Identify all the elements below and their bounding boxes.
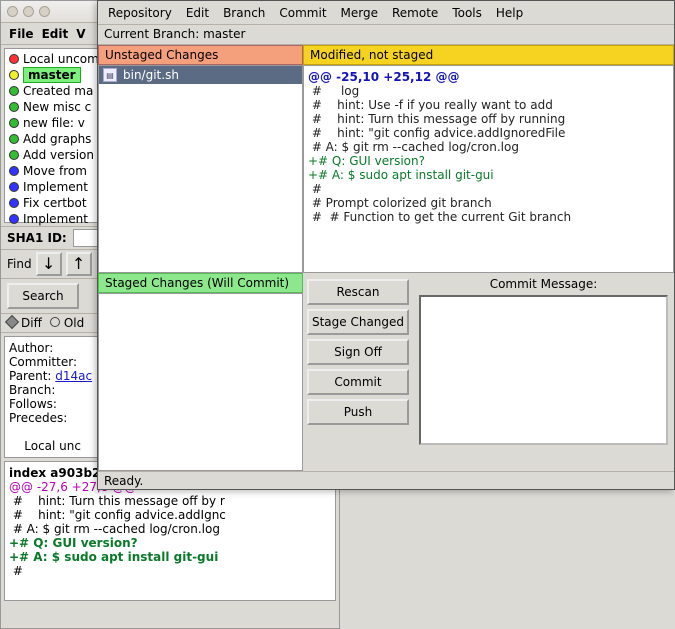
commit-node-icon bbox=[9, 70, 19, 80]
find-label: Find bbox=[7, 257, 32, 271]
commit-node-icon bbox=[9, 166, 19, 176]
staged-file-list[interactable] bbox=[98, 293, 303, 471]
commit-node-icon bbox=[9, 118, 19, 128]
old-radio[interactable]: Old bbox=[50, 316, 84, 330]
staged-header: Staged Changes (Will Commit) bbox=[98, 273, 303, 293]
commit-node-icon bbox=[9, 198, 19, 208]
menu-repository[interactable]: Repository bbox=[108, 6, 172, 20]
unstaged-header: Unstaged Changes bbox=[98, 45, 303, 65]
commit-node-icon bbox=[9, 134, 19, 144]
commit-node-icon bbox=[9, 182, 19, 192]
file-name: bin/git.sh bbox=[123, 68, 179, 82]
window-min-icon[interactable] bbox=[23, 6, 34, 17]
commit-message-label: Commit Message: bbox=[419, 277, 668, 291]
current-branch-label: Current Branch: master bbox=[98, 25, 674, 45]
find-next-button[interactable]: ↓ bbox=[36, 252, 62, 276]
parent-link[interactable]: d14ac bbox=[55, 369, 92, 383]
menu-edit[interactable]: Edit bbox=[186, 6, 209, 20]
left-column: Unstaged Changes ▤ bin/git.sh bbox=[98, 45, 303, 273]
unstaged-file-list[interactable]: ▤ bin/git.sh bbox=[98, 65, 303, 273]
commit-node-icon bbox=[9, 102, 19, 112]
action-buttons: Rescan Stage Changed Sign Off Commit Pus… bbox=[303, 273, 413, 451]
push-button[interactable]: Push bbox=[307, 399, 409, 425]
menu-commit[interactable]: Commit bbox=[279, 6, 326, 20]
git-gui-menubar: Repository Edit Branch Commit Merge Remo… bbox=[98, 1, 674, 25]
branch-tag: master bbox=[23, 67, 81, 83]
sign-off-button[interactable]: Sign Off bbox=[307, 339, 409, 365]
find-prev-button[interactable]: ↑ bbox=[66, 252, 92, 276]
menu-file[interactable]: File bbox=[9, 27, 34, 41]
menu-edit[interactable]: Edit bbox=[42, 27, 69, 41]
menu-tools[interactable]: Tools bbox=[452, 6, 482, 20]
commit-message-input[interactable] bbox=[419, 295, 668, 445]
commit-node-icon bbox=[9, 214, 19, 224]
window-max-icon[interactable] bbox=[39, 6, 50, 17]
git-gui-window: Repository Edit Branch Commit Merge Remo… bbox=[97, 0, 675, 490]
menu-branch[interactable]: Branch bbox=[223, 6, 265, 20]
commit-message-area: Commit Message: bbox=[413, 273, 674, 451]
status-bar: Ready. bbox=[98, 471, 674, 491]
menu-merge[interactable]: Merge bbox=[341, 6, 378, 20]
rescan-button[interactable]: Rescan bbox=[307, 279, 409, 305]
commit-button[interactable]: Commit bbox=[307, 369, 409, 395]
commit-node-icon bbox=[9, 54, 19, 64]
menu-view[interactable]: V bbox=[76, 27, 85, 41]
diff-radio[interactable]: Diff bbox=[7, 316, 42, 330]
menu-help[interactable]: Help bbox=[496, 6, 523, 20]
sha-label: SHA1 ID: bbox=[7, 231, 67, 245]
commit-node-icon bbox=[9, 86, 19, 96]
diff-view[interactable]: @@ -25,10 +25,12 @@ # log # hint: Use -f… bbox=[303, 65, 674, 273]
unstaged-file-row[interactable]: ▤ bin/git.sh bbox=[99, 66, 302, 84]
search-button[interactable]: Search bbox=[7, 283, 79, 309]
file-icon: ▤ bbox=[103, 68, 117, 82]
commit-node-icon bbox=[9, 150, 19, 160]
menu-remote[interactable]: Remote bbox=[392, 6, 438, 20]
modified-header: Modified, not staged bbox=[303, 45, 674, 65]
right-column: Modified, not staged @@ -25,10 +25,12 @@… bbox=[303, 45, 674, 273]
window-close-icon[interactable] bbox=[7, 6, 18, 17]
stage-changed-button[interactable]: Stage Changed bbox=[307, 309, 409, 335]
